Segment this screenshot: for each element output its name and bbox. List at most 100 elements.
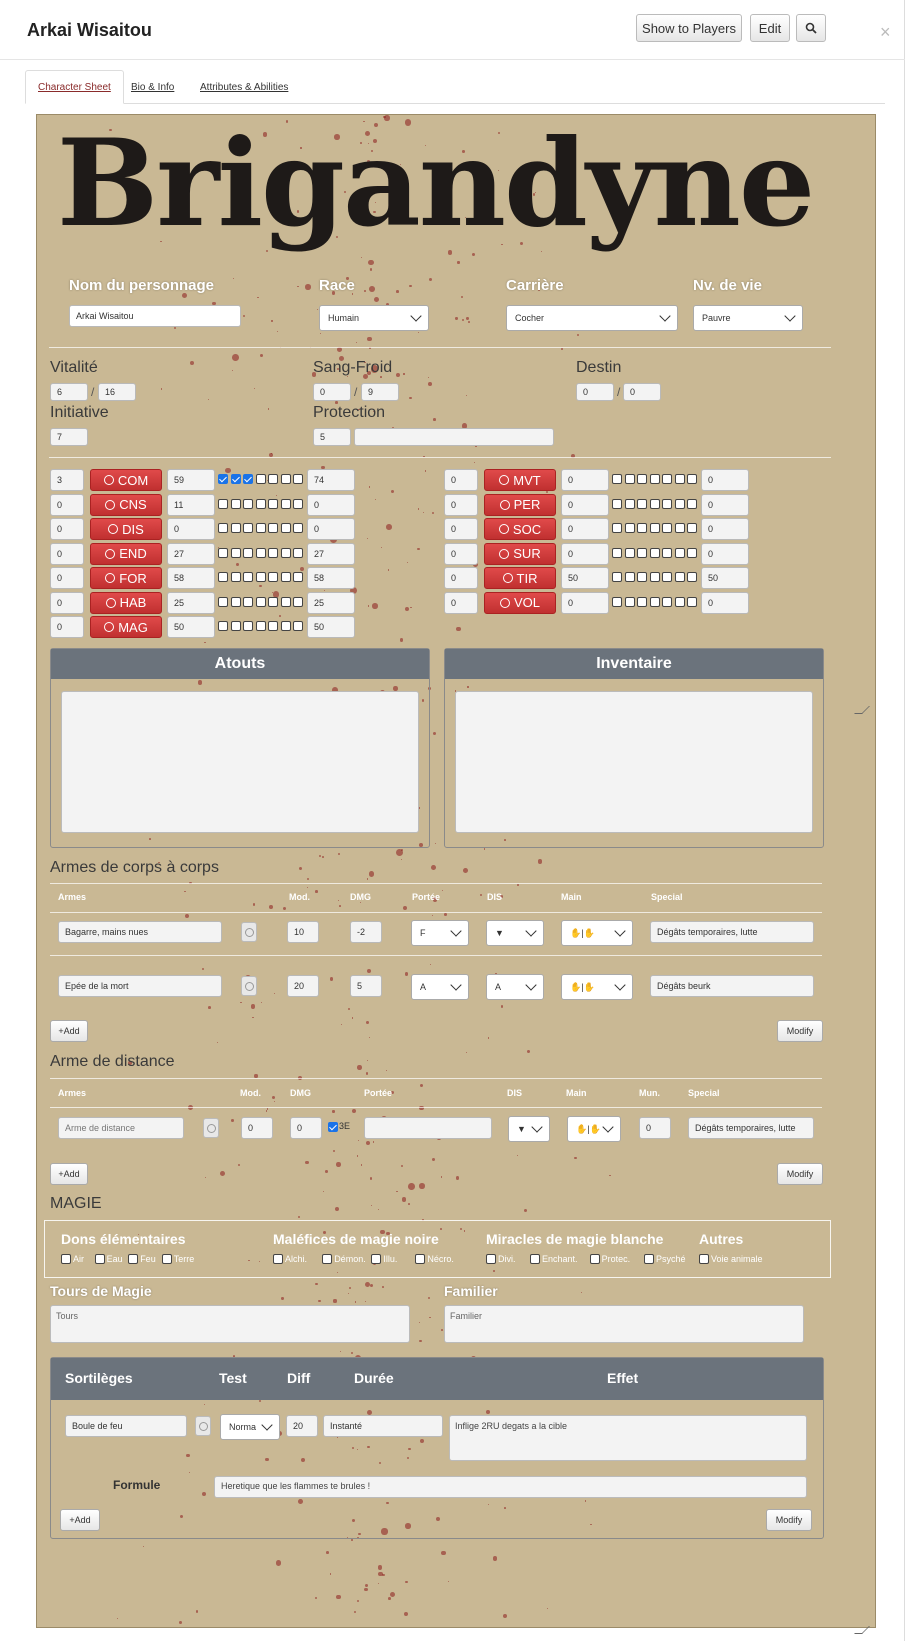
sang-froid-current-input[interactable]: 0: [313, 383, 351, 401]
ranged-weapon-input[interactable]: Arme de distance: [58, 1117, 184, 1139]
vitalite-current-input[interactable]: 6: [50, 383, 88, 401]
tab-attributes-abilities[interactable]: Attributes & Abilities: [188, 70, 300, 104]
progress-checkbox[interactable]: [255, 596, 266, 607]
magie-option-checkbox[interactable]: Alchi.: [273, 1254, 307, 1264]
atouts-textarea[interactable]: [61, 691, 419, 833]
ranged-modify-button[interactable]: Modify: [777, 1163, 823, 1185]
stat-roll-button-for[interactable]: FOR: [90, 567, 162, 589]
career-select[interactable]: Cocher: [506, 305, 678, 331]
progress-checkbox[interactable]: [255, 572, 266, 582]
progress-checkbox[interactable]: [218, 474, 228, 484]
progress-checkbox[interactable]: [255, 498, 266, 509]
progress-checkbox[interactable]: [624, 523, 635, 533]
destin-current-input[interactable]: 0: [576, 383, 614, 401]
progress-checkbox[interactable]: [268, 474, 278, 484]
ranged-dmg-input[interactable]: 0: [290, 1117, 322, 1139]
checkbox-box[interactable]: [530, 1254, 540, 1264]
tab-bio-info[interactable]: Bio & Info: [119, 70, 186, 104]
progress-checkbox[interactable]: [230, 498, 241, 509]
stat-mod-input-mvt[interactable]: 0: [444, 469, 478, 491]
stat-total-input-com[interactable]: 74: [307, 469, 355, 491]
stat-mod-input-per[interactable]: 0: [444, 493, 478, 516]
progress-checkbox[interactable]: [268, 498, 278, 509]
progress-checkbox[interactable]: [637, 498, 647, 509]
melee-special-input[interactable]: Dégâts beurk: [650, 975, 814, 997]
checkbox-box[interactable]: [61, 1254, 71, 1264]
progress-checkbox[interactable]: [662, 498, 672, 509]
progress-checkbox[interactable]: [649, 498, 660, 509]
melee-dmg-input[interactable]: 5: [350, 975, 382, 997]
magie-option-checkbox[interactable]: Illu.: [371, 1254, 397, 1264]
progress-checkbox[interactable]: [280, 621, 291, 631]
ranged-mod-input[interactable]: 0: [241, 1117, 273, 1139]
stat-total-input-vol[interactable]: 0: [701, 591, 749, 614]
dice-roll-icon[interactable]: [195, 1416, 211, 1436]
race-select[interactable]: Humain: [319, 305, 429, 331]
progress-checkbox[interactable]: [637, 523, 647, 533]
progress-checkbox[interactable]: [674, 474, 685, 484]
melee-mod-input[interactable]: 20: [287, 975, 319, 997]
progress-checkbox[interactable]: [662, 572, 672, 582]
progress-checkbox[interactable]: [218, 596, 228, 607]
spell-name-input[interactable]: Boule de feu: [65, 1415, 187, 1437]
search-button[interactable]: [796, 14, 826, 42]
melee-dmg-input[interactable]: -2: [350, 921, 382, 943]
stat-total-input-mvt[interactable]: 0: [701, 469, 749, 491]
magie-option-checkbox[interactable]: Nécro.: [415, 1254, 454, 1264]
progress-checkbox[interactable]: [280, 523, 291, 533]
progress-checkbox[interactable]: [243, 498, 253, 509]
stat-roll-button-per[interactable]: PER: [484, 493, 556, 516]
progress-checkbox[interactable]: [612, 474, 622, 484]
checkbox-box[interactable]: [486, 1254, 496, 1264]
progress-checkbox[interactable]: [230, 596, 241, 607]
progress-checkbox[interactable]: [649, 596, 660, 607]
progress-checkbox[interactable]: [293, 596, 303, 607]
dice-roll-icon[interactable]: [203, 1118, 219, 1138]
progress-checkbox[interactable]: [662, 547, 672, 558]
progress-checkbox[interactable]: [243, 547, 253, 558]
melee-weapon-input[interactable]: Epée de la mort: [58, 975, 222, 997]
spell-test-select[interactable]: Norma: [220, 1414, 280, 1440]
progress-checkbox[interactable]: [649, 547, 660, 558]
life-level-select[interactable]: Pauvre: [693, 305, 803, 331]
ranged-main-select[interactable]: ✋|✋: [567, 1116, 621, 1142]
progress-checkbox[interactable]: [293, 572, 303, 582]
progress-checkbox[interactable]: [649, 474, 660, 484]
stat-mod-input-tir[interactable]: 0: [444, 567, 478, 589]
stat-base-input-tir[interactable]: 50: [561, 567, 609, 589]
stat-total-input-cns[interactable]: 0: [307, 493, 355, 516]
stat-total-input-tir[interactable]: 50: [701, 567, 749, 589]
progress-checkbox[interactable]: [649, 572, 660, 582]
progress-checkbox[interactable]: [218, 498, 228, 509]
checkbox-box[interactable]: [94, 1254, 105, 1264]
progress-checkbox[interactable]: [280, 596, 291, 607]
stat-mod-input-for[interactable]: 0: [50, 567, 84, 589]
checkbox-box[interactable]: [273, 1254, 283, 1264]
formule-textarea[interactable]: Heretique que les flammes te brules !: [214, 1476, 807, 1498]
stat-base-input-com[interactable]: 59: [167, 469, 215, 491]
progress-checkbox[interactable]: [280, 572, 291, 582]
melee-add-button[interactable]: +Add: [50, 1020, 88, 1042]
progress-checkbox[interactable]: [674, 498, 685, 509]
inventaire-textarea[interactable]: [455, 691, 813, 833]
stat-base-input-per[interactable]: 0: [561, 493, 609, 516]
progress-checkbox[interactable]: [243, 596, 253, 607]
progress-checkbox[interactable]: [293, 547, 303, 558]
character-name-input[interactable]: Arkai Wisaitou: [69, 305, 241, 327]
melee-dis-select[interactable]: ▼: [486, 920, 544, 946]
stat-base-input-cns[interactable]: 11: [167, 493, 215, 516]
progress-checkbox[interactable]: [280, 498, 291, 509]
sang-froid-max-input[interactable]: 9: [361, 383, 399, 401]
progress-checkbox[interactable]: [637, 596, 647, 607]
stat-base-input-end[interactable]: 27: [167, 542, 215, 565]
progress-checkbox[interactable]: [218, 572, 228, 582]
progress-checkbox[interactable]: [612, 547, 622, 558]
progress-checkbox[interactable]: [662, 523, 672, 533]
stat-roll-button-dis[interactable]: DIS: [90, 518, 162, 540]
melee-portee-select[interactable]: A: [411, 974, 469, 1000]
progress-checkbox[interactable]: [687, 474, 697, 484]
protection-description-input[interactable]: [354, 428, 554, 446]
melee-special-input[interactable]: Dégâts temporaires, lutte: [650, 921, 814, 943]
progress-checkbox[interactable]: [649, 523, 660, 533]
checkbox-box[interactable]: [161, 1254, 172, 1264]
